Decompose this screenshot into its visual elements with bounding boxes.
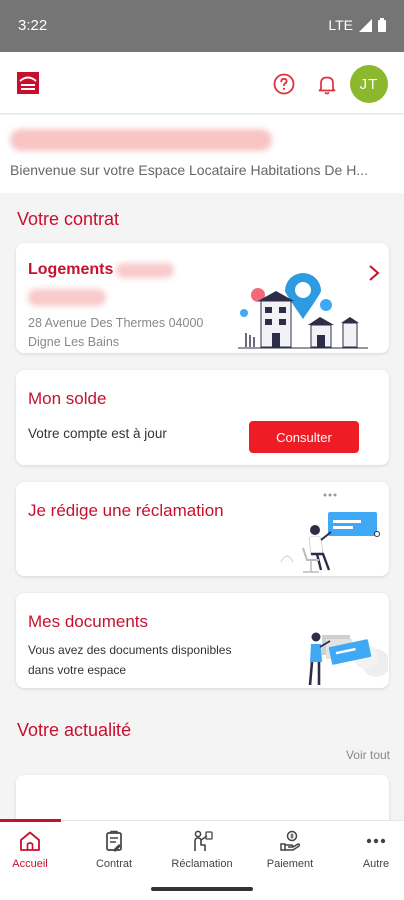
gesture-home-indicator[interactable] bbox=[151, 887, 253, 891]
balance-status: Votre compte est à jour bbox=[28, 426, 167, 441]
status-icons: LTE bbox=[328, 17, 386, 33]
nav-label-contrat: Contrat bbox=[95, 858, 133, 870]
blurred-user-name bbox=[10, 129, 272, 151]
documents-description-line2: dans votre espace bbox=[28, 663, 127, 677]
housing-illustration-icon bbox=[238, 273, 368, 349]
chevron-right-icon[interactable] bbox=[367, 263, 381, 283]
bottom-navigation: Accueil Contrat Réclamation Paiement Aut… bbox=[0, 819, 404, 900]
welcome-area: Bienvenue sur votre Espace Locataire Hab… bbox=[0, 115, 404, 193]
help-circle-icon[interactable] bbox=[272, 72, 296, 96]
nav-item-contrat[interactable]: Contrat bbox=[74, 821, 154, 879]
news-section-title: Votre actualité bbox=[17, 720, 132, 740]
nav-label-accueil: Accueil bbox=[12, 858, 48, 870]
housing-card[interactable]: Logements 28 Avenue Des Thermes 04000 Di… bbox=[16, 243, 389, 353]
contract-section-title: Votre contrat bbox=[17, 209, 120, 229]
network-label: LTE bbox=[328, 17, 353, 33]
documents-card[interactable]: Mes documents Vous avez des documents di… bbox=[16, 593, 389, 688]
documents-description-line1: Vous avez des documents disponibles bbox=[28, 643, 232, 657]
more-icon bbox=[366, 838, 386, 844]
claim-illustration-icon bbox=[280, 493, 380, 573]
app-header: JT bbox=[0, 52, 404, 114]
address-line1: 28 Avenue Des Thermes 04000 bbox=[28, 316, 204, 330]
nav-label-autre: Autre bbox=[362, 858, 390, 870]
avatar-initials: JT bbox=[359, 75, 379, 93]
blurred-housing-ref bbox=[28, 289, 106, 306]
bell-icon[interactable] bbox=[315, 72, 339, 96]
nav-item-paiement[interactable]: Paiement bbox=[250, 821, 330, 879]
welcome-text: Bienvenue sur votre Espace Locataire Hab… bbox=[10, 162, 368, 178]
documents-illustration-icon bbox=[308, 632, 388, 686]
status-time: 3:22 bbox=[18, 17, 48, 34]
address-line2: Digne Les Bains bbox=[28, 335, 120, 349]
balance-card: Mon solde Votre compte est à jour Consul… bbox=[16, 370, 389, 465]
housing-title: Logements bbox=[28, 261, 114, 278]
consult-button[interactable]: Consulter bbox=[249, 421, 359, 453]
battery-icon bbox=[378, 18, 386, 32]
balance-title: Mon solde bbox=[28, 389, 107, 408]
status-bar: 3:22 LTE bbox=[0, 0, 404, 52]
payment-icon bbox=[280, 830, 301, 851]
nav-label-reclamation: Réclamation bbox=[171, 858, 233, 870]
blurred-housing-id bbox=[116, 263, 174, 278]
building-logo-icon[interactable] bbox=[17, 72, 39, 94]
nav-item-accueil[interactable]: Accueil bbox=[0, 821, 70, 879]
nav-item-autre[interactable]: Autre bbox=[336, 821, 404, 879]
home-icon bbox=[20, 831, 40, 851]
signal-icon bbox=[359, 18, 372, 32]
see-all-link[interactable]: Voir tout bbox=[346, 748, 390, 762]
contract-icon bbox=[106, 830, 122, 852]
avatar[interactable]: JT bbox=[350, 65, 388, 103]
claim-icon bbox=[194, 830, 213, 851]
documents-title: Mes documents bbox=[28, 612, 148, 631]
nav-label-paiement: Paiement bbox=[266, 858, 314, 870]
claim-card[interactable]: Je rédige une réclamation bbox=[16, 482, 389, 576]
claim-title: Je rédige une réclamation bbox=[28, 501, 224, 520]
nav-item-reclamation[interactable]: Réclamation bbox=[162, 821, 242, 879]
